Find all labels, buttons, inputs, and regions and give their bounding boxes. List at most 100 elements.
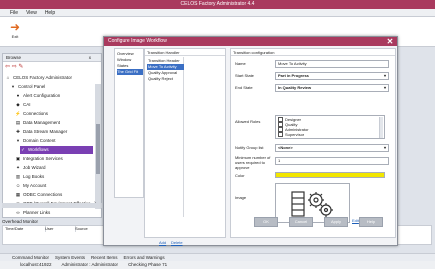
tree-item-label: Planner Links xyxy=(23,210,51,215)
tree-item-label: Job Wizard xyxy=(23,165,46,170)
tree-hscrollbar[interactable] xyxy=(2,203,102,208)
folder-icon: ▾ xyxy=(11,84,15,89)
edit-icon[interactable]: ✎ xyxy=(18,64,23,70)
tree-item-label: Alert Configuration xyxy=(23,93,61,98)
status-bar: localhost:41922 Administrator : Administ… xyxy=(0,261,435,269)
tree-item[interactable]: ◆ CAI xyxy=(15,101,93,109)
close-icon[interactable]: x xyxy=(89,54,91,62)
delete-link[interactable]: Delete xyxy=(171,240,183,245)
tree-scrollbar[interactable] xyxy=(95,84,101,209)
tree-item-label: Control Panel xyxy=(18,84,46,89)
wizard-step[interactable]: The Grid Fit xyxy=(117,69,143,75)
exit-label: Exit xyxy=(11,34,19,39)
start-state-select[interactable]: Part in Progress xyxy=(275,72,389,80)
tree-item[interactable]: ▦ ODBC Connections xyxy=(15,191,93,199)
tree-item[interactable]: ☺ My Account xyxy=(15,182,93,190)
integration-icon: ▣ xyxy=(15,156,21,161)
image-edit-link[interactable]: Edit xyxy=(352,218,359,223)
close-icon[interactable]: ✕ xyxy=(386,37,394,46)
approvals-stepper[interactable]: 1 xyxy=(275,157,389,165)
name-label: Name xyxy=(235,61,246,66)
tree-item[interactable]: ∞ Planner Links xyxy=(15,209,93,217)
tab-command-monitor[interactable]: Command Monitor xyxy=(12,254,49,261)
roles-list[interactable]: Designer Quality Administrator Superviso… xyxy=(275,115,385,139)
tree-item[interactable]: ▤ Data Management xyxy=(15,119,93,127)
transitions-list-secondary xyxy=(186,57,224,217)
tree-item[interactable]: ● Alert Configuration xyxy=(15,92,93,100)
add-link[interactable]: Add xyxy=(159,240,166,245)
menu-view[interactable]: View xyxy=(26,9,37,16)
tree-item-label: CAI xyxy=(23,102,31,107)
odbc-icon: ▦ xyxy=(15,192,21,197)
tree-item-label: Integration Services xyxy=(23,156,63,161)
bottom-tabs: Command Monitor System Events Recent Ite… xyxy=(0,253,435,261)
transitions-header: Transition Handler xyxy=(145,49,225,56)
configure-workflow-dialog: Configure Image Workflow ✕ Overview Windo… xyxy=(103,36,398,246)
tab-errors-warnings[interactable]: Errors and Warnings xyxy=(124,254,165,261)
wizard-steps: Overview Window States The Grid Fit xyxy=(114,48,144,198)
app-title: CELOS Factory Administrator 4.4 xyxy=(0,0,435,9)
status-user: Administrator : Administrator xyxy=(61,262,119,267)
end-state-select[interactable]: In Quality Review xyxy=(275,84,389,92)
tree-item-label: Domain Content xyxy=(23,138,56,143)
cancel-button[interactable]: Cancel xyxy=(289,217,313,227)
config-header: Transition configuration xyxy=(231,49,395,56)
tab-recent-items[interactable]: Recent Items xyxy=(91,254,118,261)
roles-scrollbar[interactable] xyxy=(379,117,383,138)
tree-item[interactable]: ✚ Data Stream Manager xyxy=(15,128,93,136)
exit-button[interactable]: ➜ Exit xyxy=(5,20,25,42)
tree-item[interactable]: ✓ Workflows xyxy=(20,146,93,154)
cai-icon: ◆ xyxy=(16,102,20,107)
tree-item-label: Data Stream Manager xyxy=(23,129,68,134)
browse-title: Browse xyxy=(6,55,22,60)
menu-help[interactable]: Help xyxy=(45,9,55,16)
notify-select[interactable]: <None> xyxy=(275,144,389,152)
logbook-icon: ▥ xyxy=(15,174,21,179)
role-label: Supervisor xyxy=(285,132,305,137)
name-field[interactable]: Move To Activity xyxy=(275,60,389,68)
column-header-user[interactable]: User xyxy=(43,226,76,232)
tree-item[interactable]: ▾ Control Panel xyxy=(10,83,93,91)
tab-system-events[interactable]: System Events xyxy=(55,254,85,261)
plug-icon: ⚡ xyxy=(15,111,21,116)
tree-item[interactable]: ▥ Log Books xyxy=(15,173,93,181)
ok-button[interactable]: OK xyxy=(254,217,278,227)
dialog-title: Configure Image Workflow xyxy=(104,37,397,46)
tree-item[interactable]: ✦ Job Wizard xyxy=(15,164,93,172)
allowed-roles-label: Allowed Roles xyxy=(235,119,261,124)
folder-icon: ▾ xyxy=(16,138,20,143)
link-icon: ∞ xyxy=(16,210,20,215)
user-icon: ☺ xyxy=(15,183,21,188)
tree-item[interactable]: ⌂ CELOS Factory Administrator xyxy=(5,74,93,82)
alert-icon: ● xyxy=(16,93,20,98)
tree-item-label: Log Books xyxy=(23,174,45,179)
forward-icon[interactable]: ⇨ xyxy=(12,64,17,70)
image-label: Image xyxy=(235,195,247,200)
color-swatch[interactable] xyxy=(275,172,385,178)
tree-item-label: ODBC Connections xyxy=(23,192,63,197)
tree-item-label: Workflows xyxy=(28,147,49,152)
status-version: Checking Phase 71 xyxy=(128,262,168,267)
home-icon: ⌂ xyxy=(6,75,10,80)
apply-button[interactable]: Apply xyxy=(324,217,348,227)
tree-item[interactable]: ⚡ Connections xyxy=(15,110,93,118)
menu-file[interactable]: File xyxy=(10,9,18,16)
help-button[interactable]: Help xyxy=(359,217,383,227)
browse-header: Browse x xyxy=(3,54,101,62)
end-state-label: End State xyxy=(235,85,253,90)
database-icon: ▤ xyxy=(15,120,21,125)
tree-item[interactable]: ▣ Integration Services xyxy=(15,155,93,163)
column-header-source[interactable]: Source xyxy=(73,226,106,232)
menu-bar: File View Help xyxy=(0,9,435,17)
transition-config-panel: Transition configuration Name Move To Ac… xyxy=(230,48,396,238)
notify-label: Notify Group list xyxy=(235,145,264,150)
wizard-icon: ✦ xyxy=(16,165,20,170)
tree-item[interactable]: ▾ Domain Content xyxy=(15,137,93,145)
column-header-time[interactable]: Time/Date xyxy=(3,226,46,232)
role-checkbox[interactable]: Supervisor xyxy=(278,132,305,138)
back-icon[interactable]: ⇦ xyxy=(5,64,10,70)
start-state-label: Start State xyxy=(235,73,254,78)
tree-toolbar: ⇦ ⇨ ✎ xyxy=(5,63,23,70)
approvals-label: Minimum number of users required to appr… xyxy=(235,155,271,170)
transition-item[interactable]: Quality Reject xyxy=(147,76,184,82)
